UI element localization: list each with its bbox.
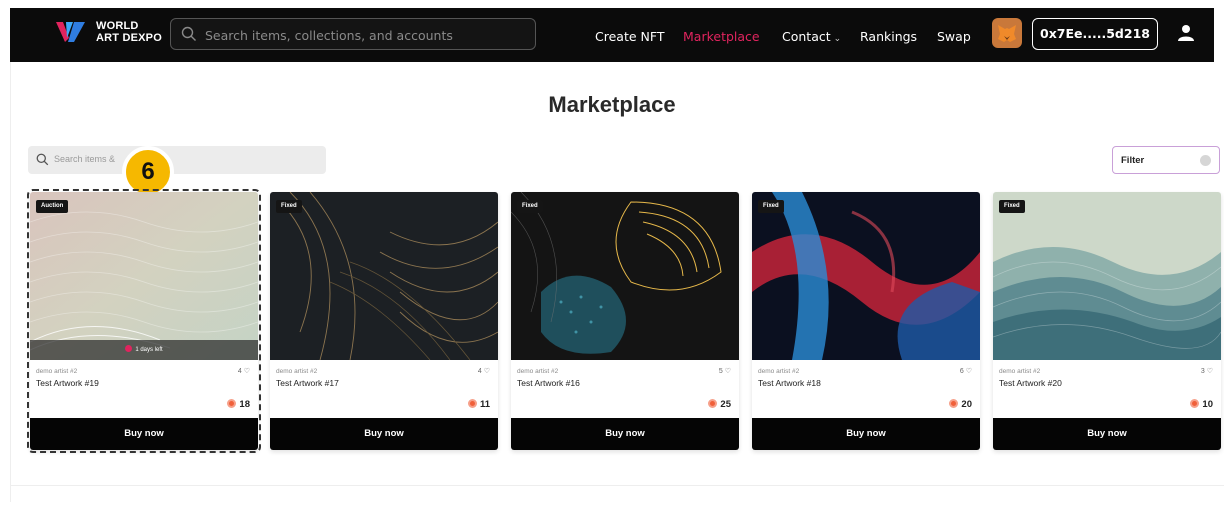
artwork-image[interactable] <box>993 192 1221 360</box>
nft-card[interactable]: Fixed demo artist #2 4 ♡ Test Artwork #1… <box>270 192 498 450</box>
price: 20 <box>949 399 972 410</box>
token-icon <box>708 399 718 408</box>
sale-type-badge: Fixed <box>276 200 302 213</box>
token-icon <box>227 399 237 408</box>
chevron-down-icon: ⌄ <box>833 34 842 44</box>
like-button[interactable]: 5 ♡ <box>719 367 731 375</box>
price: 10 <box>1190 399 1213 410</box>
wallet-address-button[interactable]: 0x7Ee.....5d218 <box>1032 18 1158 50</box>
search-icon <box>181 26 196 41</box>
price-value: 10 <box>1202 399 1213 410</box>
search-icon <box>36 153 49 166</box>
like-count: 4 <box>477 368 482 375</box>
items-search-placeholder: Search items & <box>54 154 116 164</box>
clear-filter-icon[interactable] <box>1200 155 1211 166</box>
artwork-image[interactable] <box>511 192 739 360</box>
time-left-text: 1 days left <box>135 347 163 353</box>
brand-line-2: ART DEXPO <box>96 32 162 44</box>
artwork-title[interactable]: Test Artwork #18 <box>758 378 821 388</box>
artwork-title[interactable]: Test Artwork #20 <box>999 378 1062 388</box>
token-icon <box>949 399 959 408</box>
like-button[interactable]: 4 ♡ <box>238 367 250 375</box>
step-number: 6 <box>141 158 155 185</box>
price: 18 <box>227 399 250 410</box>
brand-line-1: WORLD <box>96 20 139 32</box>
like-count: 4 <box>237 368 242 375</box>
sale-type-badge: Fixed <box>517 200 543 213</box>
sale-type-badge: Fixed <box>999 200 1025 213</box>
buy-now-button[interactable]: Buy now <box>752 418 980 450</box>
heart-icon: ♡ <box>483 368 490 375</box>
artist-name[interactable]: demo artist #2 <box>758 368 799 375</box>
sale-type-badge: Fixed <box>758 200 784 213</box>
like-count: 6 <box>959 368 964 375</box>
nav-rankings[interactable]: Rankings <box>860 29 917 44</box>
artwork-image[interactable] <box>752 192 980 360</box>
time-left-bar: 1 days left <box>30 340 258 360</box>
buy-now-button[interactable]: Buy now <box>511 418 739 450</box>
price: 11 <box>467 399 490 410</box>
artwork-title[interactable]: Test Artwork #17 <box>276 378 339 388</box>
top-navbar: WORLD ART DEXPO Search items, collection… <box>10 8 1214 62</box>
price: 25 <box>708 399 731 410</box>
filter-label: Filter <box>1121 155 1145 166</box>
clock-icon <box>125 345 133 352</box>
artist-name[interactable]: demo artist #2 <box>276 368 317 375</box>
section-divider <box>10 485 1224 486</box>
heart-icon: ♡ <box>965 368 972 375</box>
nav-create-nft[interactable]: Create NFT <box>595 29 664 44</box>
token-icon <box>1190 399 1200 408</box>
items-search-input[interactable]: Search items & <box>28 146 326 174</box>
sale-type-badge: Auction <box>36 200 69 213</box>
nft-card[interactable]: Fixed demo artist #2 5 ♡ Test Artwork #1… <box>511 192 739 450</box>
heart-icon: ♡ <box>1206 368 1213 375</box>
content-left-border <box>10 62 11 502</box>
artwork-image[interactable] <box>30 192 258 360</box>
nft-card[interactable]: Auction 1 days left demo artist #2 4 ♡ T… <box>27 189 261 453</box>
nft-card[interactable]: Fixed demo artist #2 3 ♡ Test Artwork #2… <box>993 192 1221 450</box>
nav-marketplace[interactable]: Marketplace <box>683 29 760 44</box>
price-value: 20 <box>961 399 972 410</box>
like-button[interactable]: 4 ♡ <box>478 367 490 375</box>
heart-icon: ♡ <box>243 368 250 375</box>
brand-name[interactable]: WORLD ART DEXPO <box>96 20 162 44</box>
page-title: Marketplace <box>548 92 676 117</box>
buy-now-button[interactable]: Buy now <box>30 418 258 450</box>
nav-contact[interactable]: Contact ⌄ <box>782 29 841 44</box>
like-count: 3 <box>1200 368 1205 375</box>
like-button[interactable]: 6 ♡ <box>960 367 972 375</box>
nft-card[interactable]: Fixed demo artist #2 6 ♡ Test Artwork #1… <box>752 192 980 450</box>
buy-now-button[interactable]: Buy now <box>270 418 498 450</box>
like-count: 5 <box>718 368 723 375</box>
nav-swap[interactable]: Swap <box>937 29 971 44</box>
heart-icon: ♡ <box>724 368 731 375</box>
artist-name[interactable]: demo artist #2 <box>999 368 1040 375</box>
filter-select[interactable]: Filter <box>1112 146 1220 174</box>
artist-name[interactable]: demo artist #2 <box>36 368 77 375</box>
metamask-fox-icon[interactable] <box>992 18 1022 48</box>
user-icon[interactable] <box>1176 23 1196 43</box>
price-value: 11 <box>479 399 490 410</box>
global-search-placeholder: Search items, collections, and accounts <box>205 28 453 43</box>
artist-name[interactable]: demo artist #2 <box>517 368 558 375</box>
step-number-badge: 6 <box>122 146 174 198</box>
price-value: 18 <box>239 399 250 410</box>
artwork-title[interactable]: Test Artwork #19 <box>36 378 99 388</box>
artwork-image[interactable] <box>270 192 498 360</box>
nav-contact-label: Contact <box>782 29 831 44</box>
brand-logo-icon[interactable] <box>54 18 88 46</box>
price-value: 25 <box>720 399 731 410</box>
token-icon <box>467 399 477 408</box>
artwork-title[interactable]: Test Artwork #16 <box>517 378 580 388</box>
buy-now-button[interactable]: Buy now <box>993 418 1221 450</box>
like-button[interactable]: 3 ♡ <box>1201 367 1213 375</box>
global-search-input[interactable]: Search items, collections, and accounts <box>170 18 536 50</box>
